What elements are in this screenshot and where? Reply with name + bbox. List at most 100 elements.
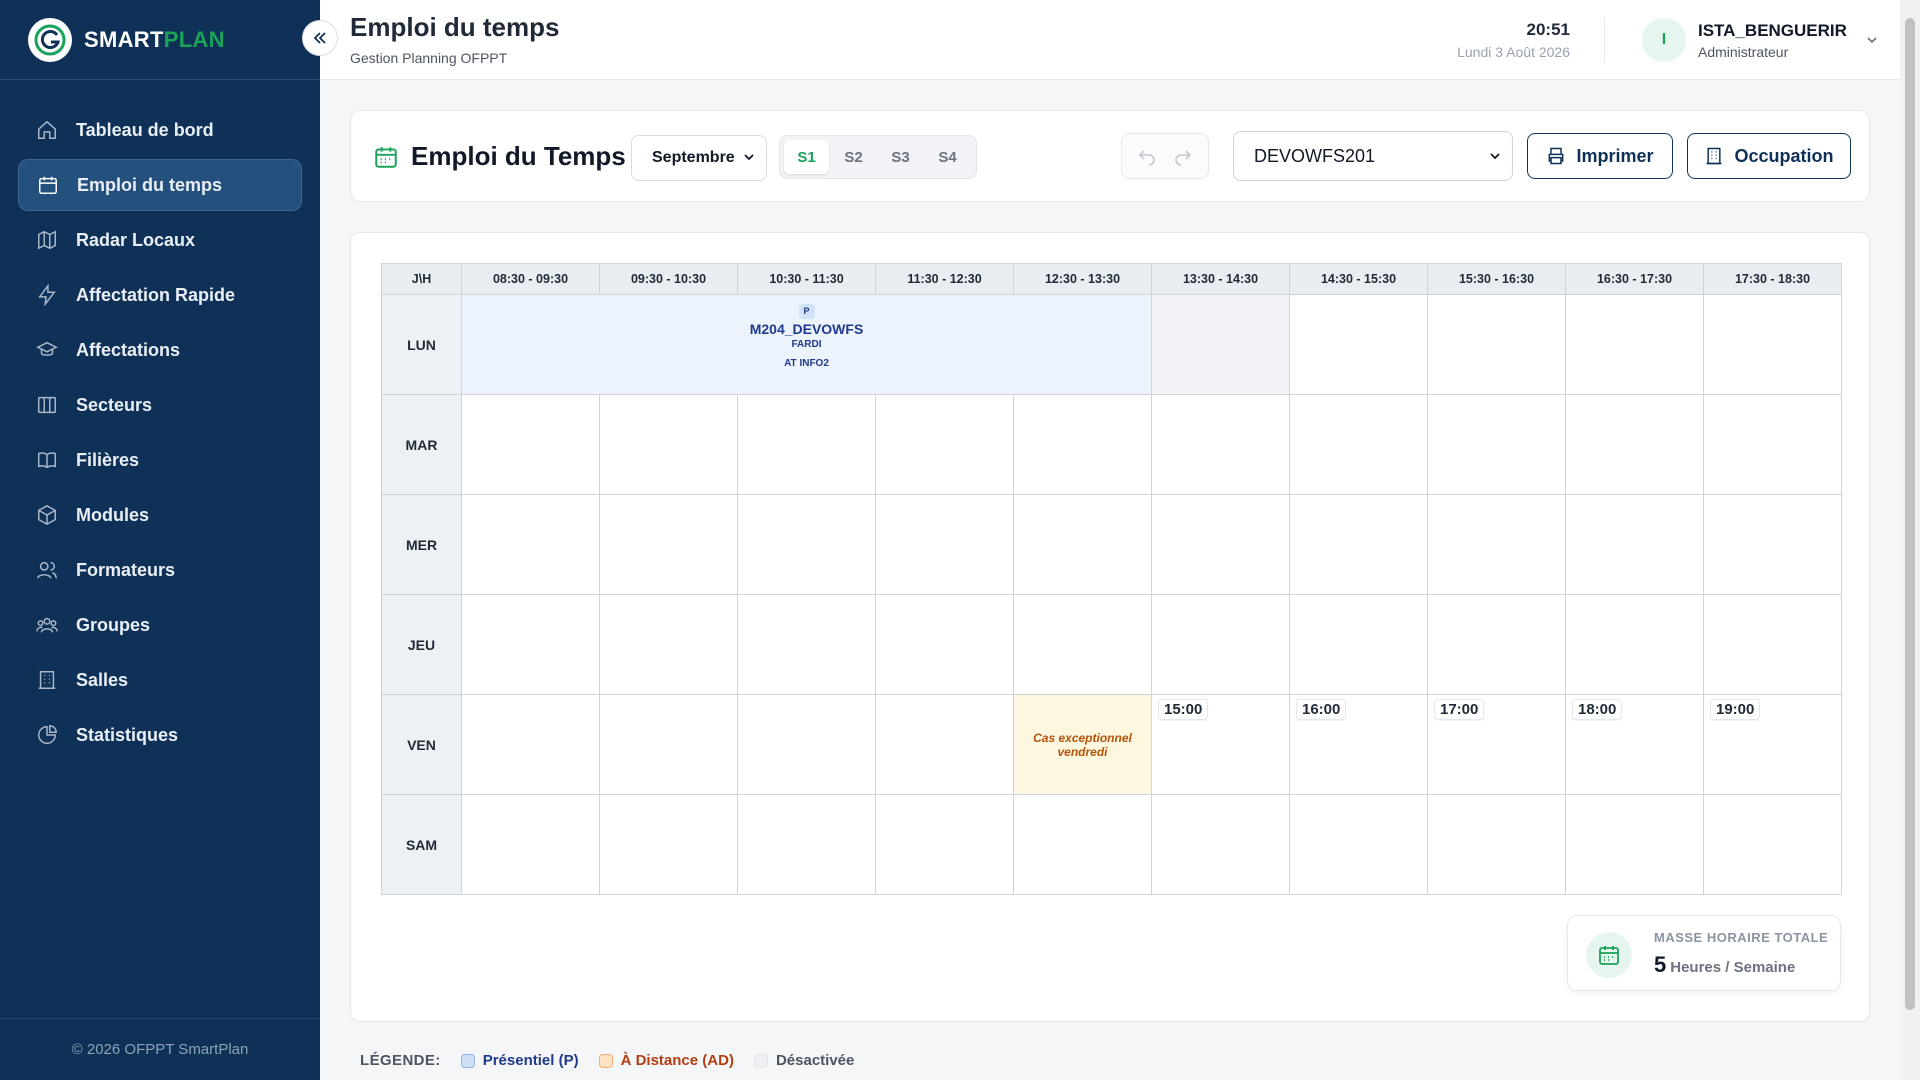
session-block[interactable]: P M204_DEVOWFS FARDI AT INFO2 xyxy=(461,294,1152,395)
schedule-cell[interactable]: 15:00 xyxy=(1151,694,1290,795)
page-subtitle: Gestion Planning OFPPT xyxy=(350,50,508,66)
schedule-cell[interactable] xyxy=(1289,794,1428,895)
brand: SMARTPLAN xyxy=(0,0,320,80)
month-select[interactable]: Septembre xyxy=(631,135,767,181)
undo-icon[interactable] xyxy=(1137,146,1157,166)
schedule-cell[interactable] xyxy=(599,694,738,795)
schedule-cell[interactable] xyxy=(1289,394,1428,495)
schedule-cell[interactable] xyxy=(737,794,876,895)
schedule-toolbar: Emploi du Temps Septembre S1 S2 S3 S4 DE… xyxy=(350,110,1870,202)
schedule-cell[interactable] xyxy=(737,694,876,795)
sidebar-item-groupes[interactable]: Groupes xyxy=(18,599,302,651)
schedule-cell[interactable] xyxy=(1151,494,1290,595)
schedule-cell[interactable] xyxy=(1427,294,1566,395)
schedule-cell[interactable] xyxy=(737,394,876,495)
schedule-cell[interactable] xyxy=(875,794,1014,895)
sidebar-item-statistiques[interactable]: Statistiques xyxy=(18,709,302,761)
schedule-cell[interactable] xyxy=(875,394,1014,495)
schedule-cell[interactable] xyxy=(1703,494,1842,595)
cube-icon xyxy=(38,504,56,526)
schedule-cell[interactable] xyxy=(1703,394,1842,495)
schedule-cell[interactable]: 17:00 xyxy=(1427,694,1566,795)
schedule-cell[interactable] xyxy=(461,794,600,895)
schedule-cell[interactable] xyxy=(1151,394,1290,495)
schedule-cell[interactable] xyxy=(1427,794,1566,895)
schedule-cell[interactable] xyxy=(875,694,1014,795)
sidebar-item-label: Formateurs xyxy=(76,559,176,580)
redo-icon[interactable] xyxy=(1173,146,1193,166)
tab-week-s1[interactable]: S1 xyxy=(784,140,829,174)
schedule-cell[interactable]: 18:00 xyxy=(1565,694,1704,795)
sidebar-item-formateurs[interactable]: Formateurs xyxy=(18,544,302,596)
tab-week-s4[interactable]: S4 xyxy=(925,140,970,174)
schedule-cell[interactable] xyxy=(1013,494,1152,595)
schedule-cell[interactable] xyxy=(599,594,738,695)
user-menu[interactable]: I ISTA_BENGUERIR Administrateur xyxy=(1642,18,1879,62)
session-trainer: FARDI xyxy=(791,339,822,350)
schedule-cell[interactable] xyxy=(461,494,600,595)
schedule-cell[interactable] xyxy=(737,594,876,695)
schedule-cell[interactable] xyxy=(1151,294,1290,395)
sidebar-item-tableau-de-bord[interactable]: Tableau de bord xyxy=(18,104,302,156)
sidebar-item-affectations[interactable]: Affectations xyxy=(18,324,302,376)
print-button[interactable]: Imprimer xyxy=(1527,133,1673,179)
schedule-cell[interactable] xyxy=(599,794,738,895)
schedule-cell[interactable] xyxy=(461,694,600,795)
schedule-cell[interactable]: 19:00 xyxy=(1703,694,1842,795)
sidebar-item-filieres[interactable]: Filières xyxy=(18,434,302,486)
tab-week-s2[interactable]: S2 xyxy=(831,140,876,174)
schedule-cell[interactable] xyxy=(1427,594,1566,695)
schedule-cell[interactable] xyxy=(1289,494,1428,595)
schedule-cell[interactable] xyxy=(1151,594,1290,695)
schedule-cell[interactable] xyxy=(1565,294,1704,395)
group-select[interactable]: DEVOWFS201 xyxy=(1233,131,1513,181)
collapse-sidebar-button[interactable] xyxy=(302,20,338,56)
month-select-value: Septembre xyxy=(652,149,735,166)
schedule-cell[interactable] xyxy=(1013,794,1152,895)
sidebar-item-affectation-rapide[interactable]: Affectation Rapide xyxy=(18,269,302,321)
schedule-cell[interactable] xyxy=(1565,394,1704,495)
total-hours-unit: Heures / Semaine xyxy=(1670,959,1796,976)
schedule-cell[interactable] xyxy=(737,494,876,595)
pie-chart-icon xyxy=(38,725,57,744)
sidebar-item-secteurs[interactable]: Secteurs xyxy=(18,379,302,431)
schedule-cell[interactable] xyxy=(599,394,738,495)
schedule-table: J\H 08:30 - 09:30 09:30 - 10:30 10:30 - … xyxy=(381,263,1842,895)
sidebar-item-radar-locaux[interactable]: Radar Locaux xyxy=(18,214,302,266)
schedule-cell[interactable] xyxy=(1013,394,1152,495)
schedule-cell[interactable] xyxy=(1565,494,1704,595)
sidebar-item-modules[interactable]: Modules xyxy=(18,489,302,541)
clock-time: 20:51 xyxy=(1526,20,1570,39)
schedule-cell[interactable] xyxy=(1565,594,1704,695)
sidebar-item-salles[interactable]: Salles xyxy=(18,654,302,706)
schedule-cell[interactable] xyxy=(1703,794,1842,895)
tab-week-s3[interactable]: S3 xyxy=(878,140,923,174)
schedule-cell[interactable] xyxy=(1289,294,1428,395)
schedule-cell[interactable] xyxy=(875,494,1014,595)
brand-name: SMARTPLAN xyxy=(84,27,225,53)
scrollbar-thumb[interactable] xyxy=(1905,18,1915,1010)
schedule-cell[interactable] xyxy=(875,594,1014,695)
schedule-cell[interactable] xyxy=(1565,794,1704,895)
sidebar-item-label: Statistiques xyxy=(76,724,179,745)
schedule-cell[interactable]: 16:00 xyxy=(1289,694,1428,795)
graduation-cap-icon xyxy=(36,341,58,356)
schedule-cell[interactable] xyxy=(599,494,738,595)
hour-chip: 16:00 xyxy=(1296,699,1347,720)
occupation-button[interactable]: Occupation xyxy=(1687,133,1851,179)
exception-cell[interactable]: Cas exceptionnel vendredi xyxy=(1013,694,1152,795)
schedule-cell[interactable] xyxy=(1427,394,1566,495)
schedule-cell[interactable] xyxy=(1289,594,1428,695)
schedule-cell[interactable] xyxy=(1427,494,1566,595)
schedule-cell[interactable] xyxy=(1703,294,1842,395)
schedule-cell[interactable] xyxy=(1151,794,1290,895)
schedule-cell[interactable] xyxy=(1703,594,1842,695)
schedule-cell[interactable] xyxy=(461,394,600,495)
schedule-cell[interactable] xyxy=(1013,594,1152,695)
schedule-cell[interactable] xyxy=(461,594,600,695)
sidebar-item-label: Secteurs xyxy=(76,394,153,415)
sidebar-item-emploi-du-temps[interactable]: Emploi du temps xyxy=(18,159,302,211)
building-icon xyxy=(38,671,56,689)
user-info: ISTA_BENGUERIR Administrateur xyxy=(1698,21,1847,60)
page-scrollbar[interactable] xyxy=(1900,0,1920,1080)
